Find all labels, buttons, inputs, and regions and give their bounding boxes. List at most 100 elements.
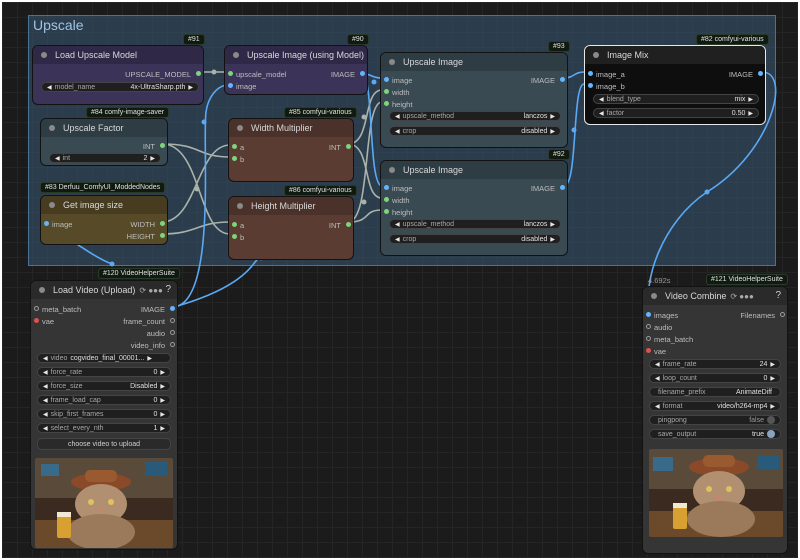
image-mix-node[interactable]: Image Mix image_a image_b IMAGE ◀ blend_…: [584, 45, 766, 125]
format-combo[interactable]: ◀ format video/h264-mp4 ▶: [649, 401, 781, 411]
arrow-right-icon[interactable]: ▶: [160, 397, 165, 404]
image-a-input-pin[interactable]: [588, 71, 593, 76]
images-input-pin[interactable]: [646, 312, 651, 317]
a-input-pin[interactable]: [232, 144, 237, 149]
int-number-field[interactable]: ◀ int 2 ▶: [49, 153, 161, 163]
help-icon[interactable]: ?: [775, 290, 781, 301]
arrow-right-icon[interactable]: ▶: [160, 411, 165, 418]
width-input-pin[interactable]: [384, 197, 389, 202]
arrow-left-icon[interactable]: ◀: [43, 425, 48, 432]
filenames-output-pin[interactable]: [780, 312, 785, 317]
load-video-upload-node[interactable]: Load Video (Upload) ⟳ ●●● ? meta_batch v…: [30, 280, 178, 550]
force-size-combo[interactable]: ◀ force_size Disabled ▶: [37, 381, 171, 391]
arrow-left-icon[interactable]: ◀: [43, 411, 48, 418]
upscale-method-combo[interactable]: ◀ upscale_method lanczos ▶: [389, 219, 561, 229]
b-input-pin[interactable]: [232, 234, 237, 239]
image-input-pin[interactable]: [228, 83, 233, 88]
toggle-knob-icon[interactable]: [767, 416, 775, 424]
upscale-method-combo[interactable]: ◀ upscale_method lanczos ▶: [389, 111, 561, 121]
blend-type-combo[interactable]: ◀ blend_type mix ▶: [593, 94, 759, 104]
height-input-pin[interactable]: [384, 101, 389, 106]
upscale-factor-node[interactable]: Upscale Factor INT ◀ int 2 ▶: [40, 118, 168, 166]
meta-batch-input-pin[interactable]: [646, 336, 651, 341]
collapse-dot-icon[interactable]: [49, 125, 55, 131]
save-output-toggle[interactable]: save_output true: [649, 429, 781, 439]
arrow-right-icon[interactable]: ▶: [748, 110, 753, 117]
upscale-model-input-pin[interactable]: [228, 71, 233, 76]
arrow-right-icon[interactable]: ▶: [748, 96, 753, 103]
width-multiplier-node[interactable]: Width Multiplier a b INT: [228, 118, 354, 182]
arrow-right-icon[interactable]: ▶: [147, 355, 152, 362]
arrow-left-icon[interactable]: ◀: [43, 369, 48, 376]
arrow-right-icon[interactable]: ▶: [550, 221, 555, 228]
image-b-input-pin[interactable]: [588, 83, 593, 88]
height-multiplier-node[interactable]: Height Multiplier a b INT: [228, 196, 354, 260]
height-output-pin[interactable]: [160, 233, 165, 238]
node-menu-icons[interactable]: ⟳ ●●●: [730, 292, 753, 301]
arrow-left-icon[interactable]: ◀: [47, 84, 52, 91]
collapse-dot-icon[interactable]: [237, 125, 243, 131]
b-input-pin[interactable]: [232, 156, 237, 161]
vae-input-pin[interactable]: [646, 348, 651, 353]
arrow-left-icon[interactable]: ◀: [43, 383, 48, 390]
meta-batch-input-pin[interactable]: [34, 306, 39, 311]
image-output-pin[interactable]: [360, 71, 365, 76]
arrow-right-icon[interactable]: ▶: [770, 403, 775, 410]
load-upscale-model-node[interactable]: Load Upscale Model UPSCALE_MODEL ◀ model…: [32, 45, 204, 105]
node-canvas[interactable]: Upscale #91 Load Upscale Model UPSCALE_M…: [2, 2, 798, 558]
arrow-right-icon[interactable]: ▶: [160, 383, 165, 390]
arrow-right-icon[interactable]: ▶: [550, 236, 555, 243]
arrow-left-icon[interactable]: ◀: [395, 113, 400, 120]
arrow-left-icon[interactable]: ◀: [395, 128, 400, 135]
arrow-left-icon[interactable]: ◀: [43, 397, 48, 404]
height-input-pin[interactable]: [384, 209, 389, 214]
collapse-dot-icon[interactable]: [39, 287, 45, 293]
pingpong-toggle[interactable]: pingpong false: [649, 415, 781, 425]
filename-prefix-input[interactable]: filename_prefix AnimateDiff: [649, 387, 781, 397]
crop-combo[interactable]: ◀ crop disabled ▶: [389, 234, 561, 244]
image-output-pin[interactable]: [758, 71, 763, 76]
width-output-pin[interactable]: [160, 221, 165, 226]
frame-rate-field[interactable]: ◀ frame_rate 24 ▶: [649, 359, 781, 369]
node-menu-icons[interactable]: ⟳ ●●●: [139, 286, 162, 295]
arrow-left-icon[interactable]: ◀: [655, 361, 660, 368]
toggle-knob-icon[interactable]: [767, 430, 775, 438]
arrow-right-icon[interactable]: ▶: [550, 128, 555, 135]
frame-load-cap-field[interactable]: ◀ frame_load_cap 0 ▶: [37, 395, 171, 405]
upscale-image-92-node[interactable]: Upscale Image image width height IMAGE ◀…: [380, 160, 568, 256]
arrow-left-icon[interactable]: ◀: [599, 110, 604, 117]
collapse-dot-icon[interactable]: [389, 167, 395, 173]
image-output-pin[interactable]: [560, 77, 565, 82]
force-rate-field[interactable]: ◀ force_rate 0 ▶: [37, 367, 171, 377]
video-combo[interactable]: ◀ video cogvideo_final_00001... ▶: [37, 353, 171, 363]
image-input-pin[interactable]: [384, 185, 389, 190]
collapse-dot-icon[interactable]: [389, 59, 395, 65]
width-input-pin[interactable]: [384, 89, 389, 94]
video-combine-node[interactable]: Video Combine ⟳ ●●● ? images audio meta_…: [642, 286, 788, 554]
upscale-model-output-pin[interactable]: [196, 71, 201, 76]
arrow-right-icon[interactable]: ▶: [160, 425, 165, 432]
vae-input-pin[interactable]: [34, 318, 39, 323]
image-input-pin[interactable]: [384, 77, 389, 82]
arrow-right-icon[interactable]: ▶: [188, 84, 193, 91]
arrow-right-icon[interactable]: ▶: [770, 375, 775, 382]
frame-count-output-pin[interactable]: [170, 318, 175, 323]
audio-output-pin[interactable]: [170, 330, 175, 335]
arrow-left-icon[interactable]: ◀: [395, 221, 400, 228]
upscale-image-93-node[interactable]: Upscale Image image width height IMAGE ◀…: [380, 52, 568, 148]
skip-first-frames-field[interactable]: ◀ skip_first_frames 0 ▶: [37, 409, 171, 419]
arrow-left-icon[interactable]: ◀: [655, 403, 660, 410]
arrow-left-icon[interactable]: ◀: [43, 355, 48, 362]
arrow-left-icon[interactable]: ◀: [395, 236, 400, 243]
int-output-pin[interactable]: [346, 144, 351, 149]
help-icon[interactable]: ?: [165, 284, 171, 295]
collapse-dot-icon[interactable]: [593, 52, 599, 58]
collapse-dot-icon[interactable]: [41, 52, 47, 58]
arrow-left-icon[interactable]: ◀: [655, 375, 660, 382]
int-output-pin[interactable]: [346, 222, 351, 227]
int-output-pin[interactable]: [160, 143, 165, 148]
select-every-nth-field[interactable]: ◀ select_every_nth 1 ▶: [37, 423, 171, 433]
a-input-pin[interactable]: [232, 222, 237, 227]
image-output-pin[interactable]: [560, 185, 565, 190]
get-image-size-node[interactable]: Get image size image WIDTH HEIGHT: [40, 195, 168, 245]
